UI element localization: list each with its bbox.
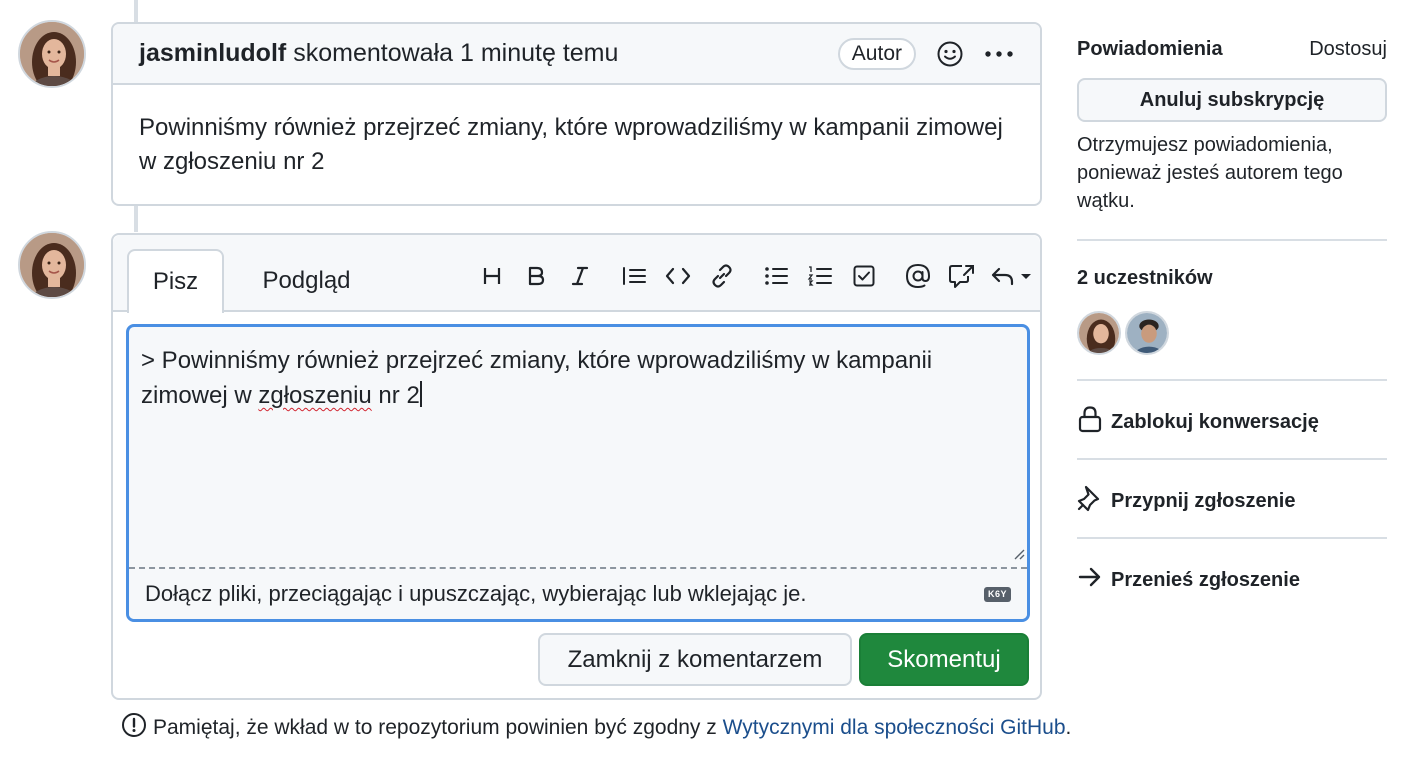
bold-icon[interactable] xyxy=(519,259,553,293)
comment-button[interactable]: Skomentuj xyxy=(859,633,1029,686)
misspelled-word: zgłoszeniu xyxy=(258,382,372,409)
pin-label: Przypnij zgłoszenie xyxy=(1111,489,1296,512)
quote-icon[interactable] xyxy=(617,259,651,293)
participants-list xyxy=(1077,311,1169,355)
resize-handle-icon[interactable] xyxy=(1011,546,1025,565)
textarea-line-2-start: zimowej w xyxy=(141,382,259,409)
unsubscribe-button[interactable]: Anuluj subskrypcję xyxy=(1077,78,1387,122)
ordered-list-icon[interactable] xyxy=(803,259,837,293)
notifications-title: Powiadomienia xyxy=(1077,38,1223,60)
textarea-content[interactable]: > Powinniśmy również przejrzeć zmiany, k… xyxy=(129,327,1027,570)
divider xyxy=(1077,537,1387,539)
customize-link[interactable]: Dostosuj xyxy=(1309,38,1387,61)
arrow-right-icon xyxy=(1077,563,1103,597)
divider xyxy=(1077,379,1387,381)
italic-icon[interactable] xyxy=(563,259,597,293)
note-end: . xyxy=(1065,716,1072,739)
lock-conversation-action[interactable]: Zablokuj konwersację xyxy=(1077,405,1319,439)
reference-icon[interactable] xyxy=(945,259,979,293)
transfer-label: Przenieś zgłoszenie xyxy=(1111,568,1300,591)
notification-reason: Otrzymujesz powiadomienia, ponieważ jest… xyxy=(1077,134,1343,212)
unordered-list-icon[interactable] xyxy=(759,259,793,293)
link-icon[interactable] xyxy=(705,259,739,293)
tab-write[interactable]: Pisz xyxy=(127,249,224,313)
comment-editor: Pisz Podgląd > Powinniśmy również przejr… xyxy=(111,233,1042,700)
reply-icon[interactable] xyxy=(989,259,1037,293)
note-text: Pamiętaj, że wkład w to repozytorium pow… xyxy=(153,716,717,739)
markdown-toolbar xyxy=(475,259,1047,293)
comment-author[interactable]: jasminludolf xyxy=(139,39,286,68)
attach-hint: Dołącz pliki, przeciągając i upuszczając… xyxy=(145,581,807,606)
contribution-note: Pamiętaj, że wkład w to repozytorium pow… xyxy=(121,712,1071,744)
comment-body: Powinniśmy również przejrzeć zmiany, któ… xyxy=(139,114,1003,175)
close-with-comment-button[interactable]: Zamknij z komentarzem xyxy=(538,633,852,686)
avatar[interactable] xyxy=(18,231,86,299)
author-badge: Autor xyxy=(837,37,916,70)
participant-avatar[interactable] xyxy=(1125,311,1169,355)
comment-textarea[interactable]: > Powinniśmy również przejrzeć zmiany, k… xyxy=(126,324,1030,622)
lock-label: Zablokuj konwersację xyxy=(1111,410,1319,433)
divider xyxy=(1077,239,1387,241)
pin-issue-action[interactable]: Przypnij zgłoszenie xyxy=(1077,484,1295,518)
participants-title: 2 uczestników xyxy=(1077,267,1213,289)
community-guidelines-link[interactable]: Wytycznymi dla społeczności GitHub xyxy=(723,716,1066,739)
attach-files-bar[interactable]: Dołącz pliki, przeciągając i upuszczając… xyxy=(129,567,1027,619)
divider xyxy=(1077,458,1387,460)
avatar[interactable] xyxy=(18,20,86,88)
textarea-line-1: > Powinniśmy również przejrzeć zmiany, k… xyxy=(141,347,933,374)
heading-icon[interactable] xyxy=(475,259,509,293)
lock-icon xyxy=(1077,405,1103,439)
transfer-issue-action[interactable]: Przenieś zgłoszenie xyxy=(1077,563,1300,597)
comment-box: jasminludolf skomentowała 1 minutę temu … xyxy=(111,22,1042,206)
comment-header: jasminludolf skomentowała 1 minutę temu … xyxy=(113,24,1040,85)
pin-icon xyxy=(1077,484,1103,518)
text-caret xyxy=(419,381,422,407)
participant-avatar[interactable] xyxy=(1077,311,1121,355)
tab-preview[interactable]: Podgląd xyxy=(244,249,369,313)
textarea-line-2-end: nr 2 xyxy=(371,382,420,409)
editor-header: Pisz Podgląd xyxy=(113,235,1040,313)
mention-icon[interactable] xyxy=(901,259,935,293)
task-list-icon[interactable] xyxy=(847,259,881,293)
emoji-icon[interactable] xyxy=(936,40,964,68)
kebab-menu-icon[interactable] xyxy=(984,49,1014,59)
comment-meta[interactable]: skomentowała 1 minutę temu xyxy=(293,39,618,68)
markdown-icon[interactable]: K6Y xyxy=(984,586,1011,602)
alert-icon xyxy=(121,712,147,744)
code-icon[interactable] xyxy=(661,259,695,293)
